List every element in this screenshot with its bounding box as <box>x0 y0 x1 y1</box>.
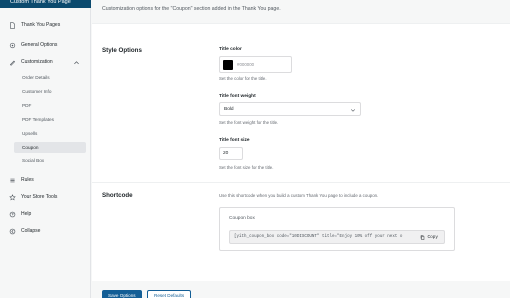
title-font-weight-help: Set the font weight for the title. <box>219 120 279 125</box>
sidebar-item-general-options[interactable]: General Options <box>8 39 86 51</box>
title-font-weight-label: Title font weight <box>219 94 256 99</box>
shortcode-box-title: Coupon box <box>229 216 255 221</box>
title-font-weight-select[interactable]: Bold <box>219 102 361 116</box>
sidebar-subitem-upsells[interactable]: Upsells <box>14 128 86 139</box>
color-value: #000000 <box>237 62 255 67</box>
sidebar-item-label: Your Store Tools <box>21 194 58 200</box>
chevron-down-icon <box>350 109 356 112</box>
sidebar-subitem-pdf[interactable]: PDF <box>14 100 86 111</box>
list-icon <box>8 176 16 184</box>
title-color-help: Set the color for the title. <box>219 76 267 81</box>
sidebar-subitem-customer-info[interactable]: Customer Info <box>14 86 86 97</box>
sidebar-subitem-pdf-templates[interactable]: PDF Templates <box>14 114 86 125</box>
color-swatch[interactable] <box>223 59 233 70</box>
select-value: Bold <box>224 106 234 112</box>
sidebar-item-label: General Options <box>21 42 58 48</box>
section-title-shortcode: Shortcode <box>102 192 133 199</box>
gear-icon <box>8 41 16 49</box>
sidebar-item-your-store-tools[interactable]: Your Store Tools <box>8 191 86 203</box>
sidebar-item-rules[interactable]: Rules <box>8 174 86 186</box>
page-intro: Customization options for the "Coupon" s… <box>102 6 281 12</box>
sidebar-item-label: Collapse <box>21 228 41 234</box>
sidebar-item-help[interactable]: Help <box>8 208 86 220</box>
section-divider <box>92 182 510 183</box>
file-icon <box>8 21 16 29</box>
sidebar-item-label: Rules <box>21 177 34 183</box>
copy-icon <box>421 235 425 240</box>
sidebar-subitem-order-details[interactable]: Order Details <box>14 72 86 83</box>
sidebar-item-collapse[interactable]: Collapse <box>8 225 86 237</box>
title-color-picker[interactable]: #000000 <box>219 56 292 73</box>
help-icon <box>8 210 16 218</box>
sidebar-item-customization[interactable]: Customization <box>8 56 86 68</box>
copy-button[interactable]: Copy <box>417 233 441 242</box>
title-font-size-help: Set the font size for the title. <box>219 165 274 170</box>
sidebar-subitem-coupon[interactable]: Coupon <box>14 142 86 153</box>
sidebar-item-label: Thank You Pages <box>21 22 61 28</box>
footer-actions: Save Options Reset Defaults <box>92 281 510 298</box>
shortcode-text: [yith_coupon_box code="10DISCOUNT" title… <box>234 235 403 239</box>
shortcode-code[interactable]: [yith_coupon_box code="10DISCOUNT" title… <box>229 230 445 244</box>
sidebar-item-thank-you-pages[interactable]: Thank You Pages <box>8 19 86 31</box>
sidebar-item-label: Customization <box>21 59 53 65</box>
brush-icon <box>8 58 16 66</box>
star-icon <box>8 193 16 201</box>
shortcode-box: Coupon box [yith_coupon_box code="10DISC… <box>219 207 455 251</box>
copy-label: Copy <box>427 235 438 240</box>
main-content: Customization options for the "Coupon" s… <box>92 0 510 298</box>
options-card: Style Options Title color #000000 Set th… <box>92 23 510 281</box>
title-color-label: Title color <box>219 47 242 52</box>
chevron-up-icon <box>74 61 79 65</box>
sidebar-subitem-social-box[interactable]: Social Box <box>14 155 86 166</box>
title-font-size-label: Title font size <box>219 138 250 143</box>
section-title-style-options: Style Options <box>102 47 142 54</box>
app-title: Custom Thank You Page <box>0 0 91 8</box>
collapse-icon <box>8 227 16 235</box>
sidebar: Custom Thank You Page Thank You Pages Ge… <box>0 0 91 298</box>
sidebar-item-label: Help <box>21 211 32 217</box>
reset-defaults-button[interactable]: Reset Defaults <box>147 290 192 298</box>
title-font-size-input[interactable]: 20 <box>219 147 243 160</box>
save-options-button[interactable]: Save Options <box>102 290 142 298</box>
shortcode-help: Use this shortcode when you build a cust… <box>219 193 379 198</box>
